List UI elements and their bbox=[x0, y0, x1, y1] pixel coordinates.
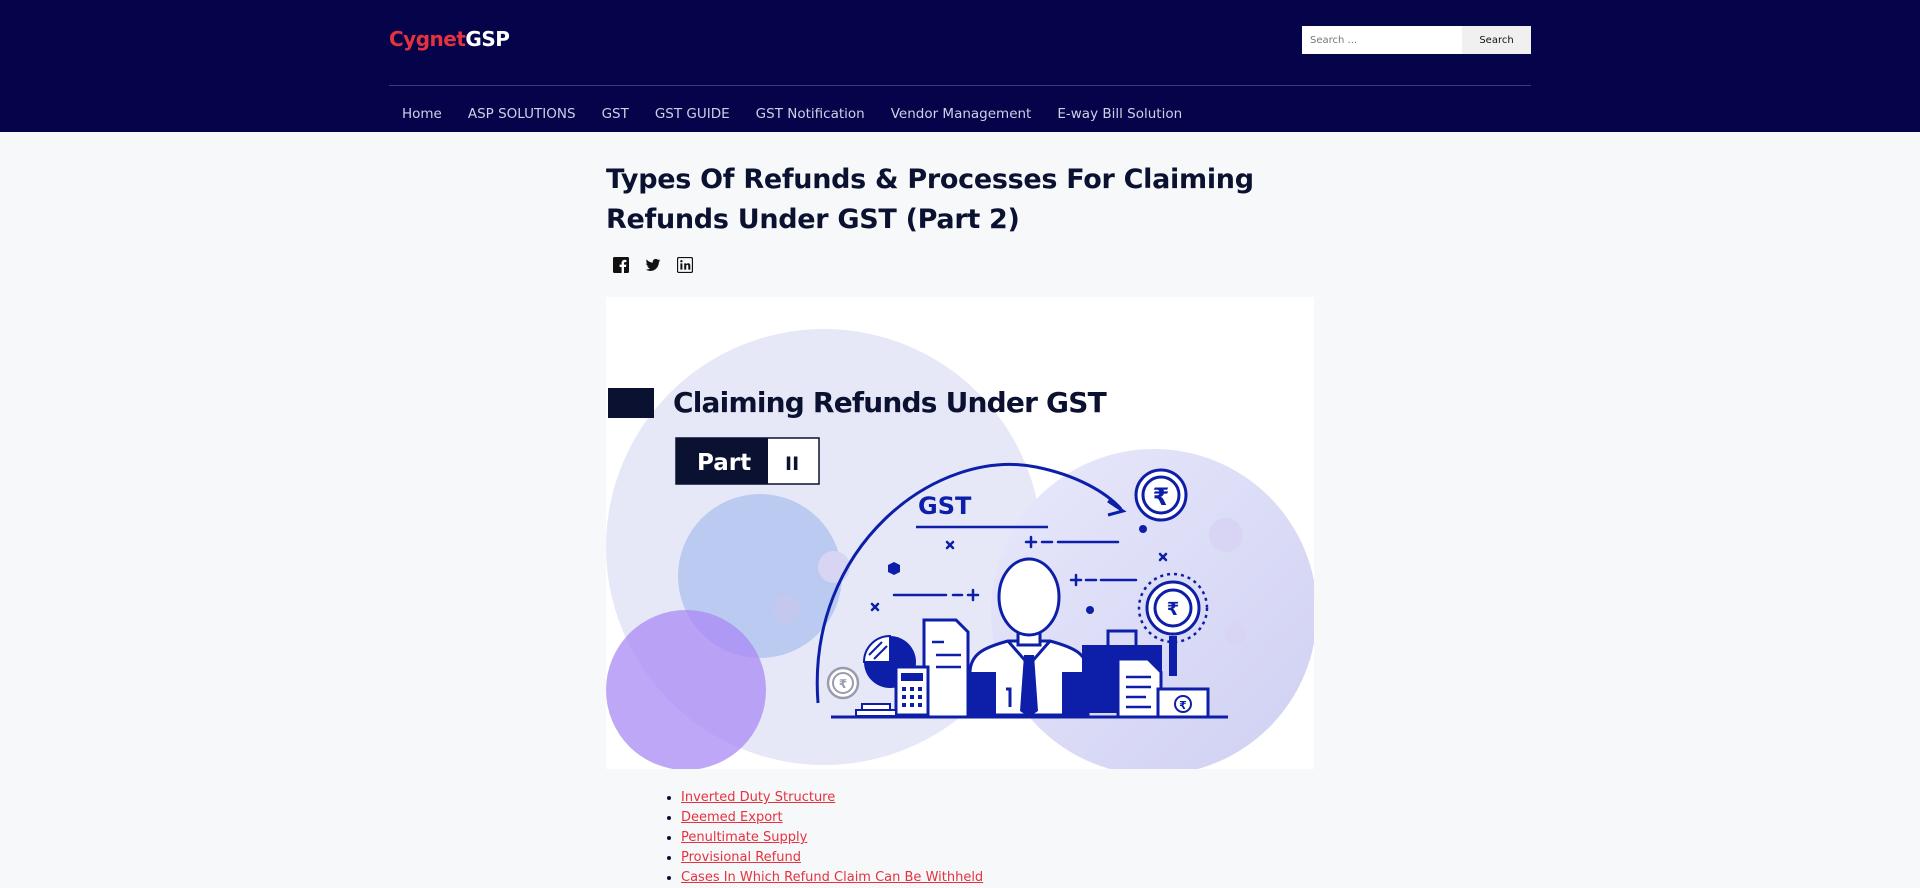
nav-item-vendor-management[interactable]: Vendor Management bbox=[891, 106, 1032, 126]
search-form: Search bbox=[1302, 26, 1531, 54]
rupee-symbol: ₹ bbox=[1153, 483, 1170, 511]
facebook-icon[interactable] bbox=[613, 257, 629, 273]
part-number: II bbox=[785, 453, 799, 475]
main-nav: Home ASP SOLUTIONS GST GST GUIDE GST Not… bbox=[389, 106, 1195, 126]
header-divider bbox=[389, 85, 1531, 86]
cash-note-icon: ₹ bbox=[1156, 687, 1210, 719]
toc-item: Provisional Refund bbox=[681, 848, 983, 868]
svg-text:₹: ₹ bbox=[1179, 699, 1187, 712]
toc-item: Deemed Export bbox=[681, 808, 983, 828]
hero-heading: Claiming Refunds Under GST bbox=[673, 386, 1107, 419]
nav-item-asp-solutions[interactable]: ASP SOLUTIONS bbox=[468, 106, 576, 126]
logo-text-cygnet: Cygnet bbox=[389, 27, 466, 51]
search-button[interactable]: Search bbox=[1462, 26, 1531, 54]
logo-text-gsp: GSP bbox=[465, 27, 510, 51]
featured-image: Claiming Refunds Under GST Part II GST ₹… bbox=[606, 297, 1314, 769]
toc-item: Inverted Duty Structure bbox=[681, 788, 983, 808]
site-logo[interactable]: CygnetGSP bbox=[389, 27, 510, 51]
calculator-icon bbox=[894, 665, 930, 717]
rupee-coin-icon: ₹ bbox=[1134, 468, 1188, 522]
nav-item-gst-guide[interactable]: GST GUIDE bbox=[655, 106, 730, 126]
svg-text:₹: ₹ bbox=[1167, 599, 1180, 620]
site-header: CygnetGSP Search Home ASP SOLUTIONS GST … bbox=[0, 0, 1920, 132]
article-title: Types Of Refunds & Processes For Claimin… bbox=[606, 164, 1254, 235]
toc-link-deemed-export[interactable]: Deemed Export bbox=[681, 810, 783, 825]
heading-accent-bar bbox=[608, 388, 654, 418]
small-coin-icon: ₹ bbox=[826, 666, 860, 700]
toc-link-provisional-refund[interactable]: Provisional Refund bbox=[681, 850, 801, 865]
table-of-contents: Inverted Duty Structure Deemed Export Pe… bbox=[681, 788, 983, 888]
nav-item-gst-notification[interactable]: GST Notification bbox=[756, 106, 865, 126]
gst-badge: GST bbox=[918, 492, 972, 520]
part-label: Part bbox=[697, 450, 751, 476]
toc-item: Cases In Which Refund Claim Can Be Withh… bbox=[681, 868, 983, 888]
refund-illustration: Claiming Refunds Under GST Part II GST ₹… bbox=[606, 329, 1314, 769]
toc-link-penultimate-supply[interactable]: Penultimate Supply bbox=[681, 830, 807, 845]
nav-item-eway-bill[interactable]: E-way Bill Solution bbox=[1057, 106, 1182, 126]
svg-text:₹: ₹ bbox=[839, 677, 847, 691]
share-bar bbox=[613, 256, 694, 274]
toc-link-inverted-duty[interactable]: Inverted Duty Structure bbox=[681, 790, 835, 805]
twitter-icon[interactable] bbox=[645, 257, 661, 273]
bg-circle-purple bbox=[606, 610, 766, 769]
search-input[interactable] bbox=[1302, 26, 1462, 54]
toc-link-refund-withheld[interactable]: Cases In Which Refund Claim Can Be Withh… bbox=[681, 870, 983, 885]
linkedin-icon[interactable] bbox=[676, 256, 694, 274]
nav-item-gst[interactable]: GST bbox=[602, 106, 629, 126]
document-icon bbox=[1116, 657, 1163, 719]
toc-item: Penultimate Supply bbox=[681, 828, 983, 848]
nav-item-home[interactable]: Home bbox=[402, 106, 442, 126]
files-icon bbox=[922, 618, 970, 719]
